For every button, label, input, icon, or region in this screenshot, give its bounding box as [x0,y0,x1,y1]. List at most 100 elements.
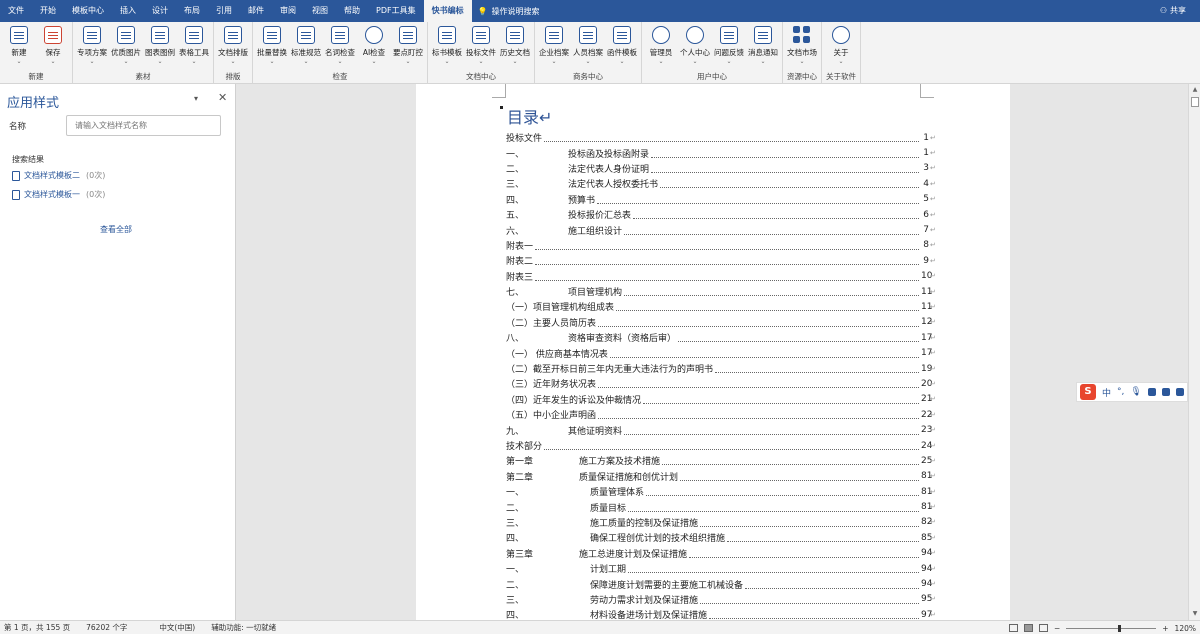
toc-leader [651,149,919,158]
toc-entry[interactable]: （二）主要人员简历表 12 ↵ [506,315,936,330]
menu-tab[interactable]: 帮助 [336,0,368,22]
zoom-out-button[interactable]: − [1054,624,1060,633]
toc-page-number: 1 [923,148,929,159]
toc-number: 五、 [506,211,525,222]
toc-page-number: 9 [923,255,929,266]
toc-entry[interactable]: 六、 施工组织设计 7 ↵ [506,222,936,237]
toc-number: 一、 [506,488,525,499]
zoom-slider-knob[interactable] [1118,624,1122,632]
menu-tab[interactable]: PDF工具集 [368,0,424,22]
menu-tab[interactable]: 文件 [0,0,32,22]
document-page[interactable]: 目录↵ 投标文件 1 ↵ 一、 投标函及投标函附录 1 ↵ 二、 法定代表人身份证明 3 ↵ 三、 法定… [416,84,1010,620]
toc-entry[interactable]: （一）项目管理机构组成表 11 ↵ [506,299,936,314]
toc-entry[interactable]: 四、 预算书 5 ↵ [506,192,936,207]
toc-entry[interactable]: （四）近年发生的诉讼及仲裁情况 21 ↵ [506,392,936,407]
toc-entry[interactable]: 投标文件 1 ↵ [506,130,936,145]
word-count[interactable]: 76202 个字 [86,622,127,633]
toc-page-number: 94 [921,548,933,559]
page-count[interactable]: 第 1 页，共 155 页 [4,622,70,633]
paragraph-mark-icon: ↵ [930,610,936,619]
toc-entry[interactable]: 二、 质量目标 81 ↵ [506,499,936,514]
toc-entry[interactable]: 九、 其他证明资料 23 ↵ [506,422,936,437]
admin-icon [652,26,670,44]
paragraph-mark-icon: ↵ [930,410,936,419]
feedback-icon [720,26,738,44]
toc-entry[interactable]: 七、 项目管理机构 11 ↵ [506,284,936,299]
toc-page-number: 19 [921,363,933,374]
toc-entry[interactable]: 三、 施工质量的控制及保证措施 82 ↵ [506,515,936,530]
toc-entry[interactable]: （一） 供应商基本情况表 17 ↵ [506,345,936,360]
pane-options-icon[interactable]: ▾ [194,94,198,103]
style-name-input[interactable] [66,115,221,136]
toc-entry[interactable]: 附表二 9 ↵ [506,253,936,268]
result-item[interactable]: 文档样式模板一 (0次) [12,189,105,200]
zoom-in-button[interactable]: + [1162,624,1168,633]
toc-entry[interactable]: （三）近年财务状况表 20 ↵ [506,376,936,391]
scroll-thumb[interactable] [1191,97,1199,107]
toc-number: 四、 [506,611,525,620]
toc-entry[interactable]: 技术部分 24 ↵ [506,438,936,453]
menu-tab[interactable]: 插入 [112,0,144,22]
ime-mode[interactable]: 中 [1102,386,1111,399]
close-icon[interactable]: ✕ [218,91,227,104]
accessibility-status[interactable]: 辅助功能: 一切就绪 [211,622,276,633]
toc-entry[interactable]: 八、 资格审查资料（资格后审） 17 ↵ [506,330,936,345]
ime-toolbar[interactable]: S 中 °, 🎙 [1076,382,1188,402]
read-mode-icon[interactable] [1008,624,1018,632]
toc-entry[interactable]: 三、 法定代表人授权委托书 4 ↵ [506,176,936,191]
toc-text: 投标函及投标函附录 [568,149,650,160]
toc-leader [646,487,919,497]
keyboard-icon[interactable] [1147,388,1156,396]
menu-tab[interactable]: 邮件 [240,0,272,22]
toc-entry[interactable]: 二、 法定代表人身份证明 3 ↵ [506,161,936,176]
paragraph-mark-icon: ↵ [930,472,936,481]
language[interactable]: 中文(中国) [159,622,195,633]
toc-entry[interactable]: 附表一 8 ↵ [506,238,936,253]
skin-icon[interactable] [1161,388,1170,396]
menu-tab[interactable]: 审阅 [272,0,304,22]
menu-tab[interactable]: 快书编标 [423,0,472,22]
toc-entry[interactable]: 一、 投标函及投标函附录 1 ↵ [506,145,936,160]
toc-leader [643,395,919,404]
tell-me-search[interactable]: 💡 操作说明搜索 [472,6,540,17]
menu-tab[interactable]: 设计 [144,0,176,22]
menu-tab[interactable]: 开始 [32,0,64,22]
microphone-icon[interactable]: 🎙 [1130,387,1141,397]
view-all-link[interactable]: 查看全部 [100,224,132,235]
menu-tab[interactable]: 引用 [208,0,240,22]
share-button[interactable]: ⚇ 共享 [1160,0,1186,22]
results-label: 搜索结果 [12,155,44,164]
toc-entry[interactable]: （二）截至开标日前三年内无重大违法行为的声明书 19 ↵ [506,361,936,376]
toc-entry[interactable]: 四、 材料设备进场计划及保证措施 97 ↵ [506,607,936,620]
ribbon-button-label: 要点盯控 [393,48,423,57]
vertical-scrollbar[interactable]: ▲ ▼ [1188,84,1200,620]
toc-entry[interactable]: 第三章 施工总进度计划及保证措施 94 ↵ [506,546,936,561]
chevron-down-icon: ⌄ [123,58,129,65]
menu-tab[interactable]: 布局 [176,0,208,22]
toc-entry[interactable]: 第一章 施工方案及技术措施 25 ↵ [506,453,936,468]
menu-tab[interactable]: 视图 [304,0,336,22]
web-layout-icon[interactable] [1038,624,1048,632]
ime-punct[interactable]: °, [1117,387,1124,397]
zoom-slider[interactable] [1066,624,1157,632]
scroll-down-icon[interactable]: ▼ [1191,610,1199,618]
zoom-level[interactable]: 120% [1175,624,1196,633]
toc-number: 六、 [506,226,525,237]
toc-entry[interactable]: 附表三 10 ↵ [506,269,936,284]
toc-leader [616,302,919,312]
toc-entry[interactable]: 二、 保障进度计划需要的主要施工机械设备 94 ↵ [506,576,936,591]
toc-entry[interactable]: 三、 劳动力需求计划及保证措施 95 ↵ [506,592,936,607]
paragraph-mark-icon: ↵ [930,349,936,358]
toc-entry[interactable]: 一、 质量管理体系 81 ↵ [506,484,936,499]
toc-entry[interactable]: 第二章 质量保证措施和创优计划 81 ↵ [506,469,936,484]
toc-entry[interactable]: （五）中小企业声明函 22 ↵ [506,407,936,422]
toc-entry[interactable]: 五、 投标报价汇总表 6 ↵ [506,207,936,222]
toolbox-icon[interactable] [1175,388,1184,396]
toc-text: 质量保证措施和创优计划 [579,472,679,483]
toc-entry[interactable]: 四、 确保工程创优计划的技术组织措施 85 ↵ [506,530,936,545]
print-layout-icon[interactable] [1023,624,1033,632]
scroll-up-icon[interactable]: ▲ [1191,86,1199,94]
result-item[interactable]: 文档样式模板二 (0次) [12,170,105,181]
toc-entry[interactable]: 一、 计划工期 94 ↵ [506,561,936,576]
menu-tab[interactable]: 模板中心 [64,0,112,22]
